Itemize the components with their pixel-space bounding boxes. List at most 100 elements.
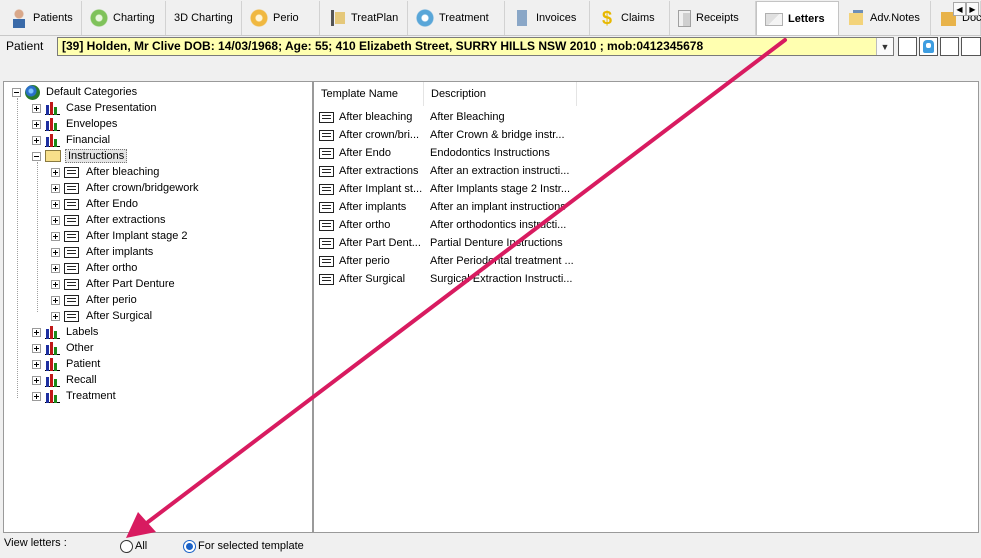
template-name-cell: After implants xyxy=(339,201,407,213)
scroll-right-icon[interactable]: ▶ xyxy=(966,2,979,16)
tree-template[interactable]: After extractions xyxy=(51,212,167,228)
tab-perio[interactable]: Perio xyxy=(242,1,320,35)
category-label: Financial xyxy=(66,134,111,146)
tab-invoices[interactable]: Invoices xyxy=(505,1,590,35)
expand-icon[interactable] xyxy=(51,183,60,193)
view-selected-template-label[interactable]: For selected template xyxy=(198,540,304,552)
expand-icon[interactable] xyxy=(32,119,41,129)
template-icon xyxy=(319,219,334,231)
tree-category[interactable]: Treatment xyxy=(32,388,118,404)
tree-template[interactable]: After ortho xyxy=(51,260,139,276)
patient-action-button-1[interactable] xyxy=(898,37,917,56)
tab-claims[interactable]: $ Claims xyxy=(590,1,670,35)
patient-select[interactable]: [39] Holden, Mr Clive DOB: 14/03/1968; A… xyxy=(57,37,894,56)
tree-template[interactable]: After Endo xyxy=(51,196,140,212)
patient-action-button-3[interactable] xyxy=(940,37,959,56)
table-row[interactable]: After Part Dent... Partial Denture Instr… xyxy=(314,234,574,252)
collapse-icon[interactable] xyxy=(12,87,21,97)
tab-label: Adv.Notes xyxy=(870,12,920,24)
expand-icon[interactable] xyxy=(32,343,41,353)
template-name-cell: After Part Dent... xyxy=(339,237,421,249)
category-chart-icon xyxy=(45,133,60,147)
tab-charting[interactable]: Charting xyxy=(82,1,166,35)
table-row[interactable]: After Surgical Surgical Extraction Instr… xyxy=(314,270,574,288)
table-row[interactable]: After Implant st... After Implants stage… xyxy=(314,180,574,198)
tree-template[interactable]: After Implant stage 2 xyxy=(51,228,190,244)
module-tab-bar: Patients Charting 3D Charting Perio Trea… xyxy=(0,0,981,36)
template-icon xyxy=(64,262,79,274)
advnotes-icon xyxy=(847,8,865,28)
tab-patients[interactable]: Patients xyxy=(2,1,82,35)
expand-icon[interactable] xyxy=(51,279,60,289)
expand-icon[interactable] xyxy=(32,359,41,369)
tab-letters[interactable]: Letters xyxy=(756,1,839,35)
category-label: Envelopes xyxy=(66,118,118,130)
category-tree[interactable]: Default Categories Case Presentation Env… xyxy=(3,81,313,533)
table-row[interactable]: After Endo Endodontics Instructions xyxy=(314,144,574,162)
table-row[interactable]: After extractions After an extraction in… xyxy=(314,162,574,180)
template-label: After perio xyxy=(86,294,137,306)
patient-action-button-4[interactable] xyxy=(961,37,981,56)
column-header-template-name[interactable]: Template Name xyxy=(314,82,424,106)
tab-adv-notes[interactable]: Adv.Notes xyxy=(839,1,931,35)
tree-template[interactable]: After Surgical xyxy=(51,308,154,324)
expand-icon[interactable] xyxy=(32,375,41,385)
treatment-icon xyxy=(416,8,434,28)
template-label: After crown/bridgework xyxy=(86,182,199,194)
tree-category[interactable]: Labels xyxy=(32,324,100,340)
table-row[interactable]: After perio After Periodontal treatment … xyxy=(314,252,574,270)
table-row[interactable]: After bleaching After Bleaching xyxy=(314,108,574,126)
view-all-label[interactable]: All xyxy=(135,540,147,552)
scroll-left-icon[interactable]: ◀ xyxy=(953,2,966,16)
expand-icon[interactable] xyxy=(51,311,60,321)
view-selected-template-radio[interactable] xyxy=(183,540,196,553)
expand-icon[interactable] xyxy=(51,231,60,241)
template-list[interactable]: Template Name Description After bleachin… xyxy=(313,81,979,533)
tree-category[interactable]: Financial xyxy=(32,132,112,148)
expand-icon[interactable] xyxy=(51,199,60,209)
table-row[interactable]: After implants After an implant instruct… xyxy=(314,198,574,216)
expand-icon[interactable] xyxy=(51,247,60,257)
template-icon xyxy=(64,230,79,242)
tab-treatplan[interactable]: TreatPlan xyxy=(320,1,408,35)
column-header-description[interactable]: Description xyxy=(424,82,577,106)
patient-select-value: [39] Holden, Mr Clive DOB: 14/03/1968; A… xyxy=(62,39,704,53)
expand-icon[interactable] xyxy=(32,103,41,113)
patient-dental-button[interactable] xyxy=(919,37,938,56)
expand-icon[interactable] xyxy=(51,215,60,225)
tab-receipts[interactable]: Receipts xyxy=(670,1,756,35)
tree-category-open[interactable]: Instructions xyxy=(32,148,128,164)
tree-template[interactable]: After Part Denture xyxy=(51,276,177,292)
expand-icon[interactable] xyxy=(32,391,41,401)
tab-label: Claims xyxy=(621,12,655,24)
tree-category[interactable]: Envelopes xyxy=(32,116,119,132)
tree-connector xyxy=(17,98,18,398)
tab-label: Receipts xyxy=(696,12,739,24)
tree-template[interactable]: After crown/bridgework xyxy=(51,180,201,196)
tree-category[interactable]: Patient xyxy=(32,356,102,372)
tree-template[interactable]: After implants xyxy=(51,244,155,260)
expand-icon[interactable] xyxy=(51,263,60,273)
open-folder-icon xyxy=(45,150,61,162)
tree-category[interactable]: Recall xyxy=(32,372,99,388)
patients-icon xyxy=(10,8,28,28)
expand-icon[interactable] xyxy=(32,327,41,337)
expand-icon[interactable] xyxy=(32,135,41,145)
tree-template[interactable]: After bleaching xyxy=(51,164,161,180)
collapse-icon[interactable] xyxy=(32,151,41,161)
chevron-down-icon[interactable]: ▼ xyxy=(876,38,893,55)
expand-icon[interactable] xyxy=(51,167,60,177)
tree-category[interactable]: Case Presentation xyxy=(32,100,159,116)
tree-template[interactable]: After perio xyxy=(51,292,139,308)
tree-category[interactable]: Other xyxy=(32,340,96,356)
template-name-cell: After bleaching xyxy=(339,111,413,123)
view-all-radio[interactable] xyxy=(120,540,133,553)
tab-label: Invoices xyxy=(536,12,577,24)
tab-treatment[interactable]: Treatment xyxy=(408,1,505,35)
tab-label: Charting xyxy=(113,12,155,24)
tree-root[interactable]: Default Categories xyxy=(12,84,139,100)
tab-3d-charting[interactable]: 3D Charting xyxy=(166,1,242,35)
table-row[interactable]: After ortho After orthodontics instructi… xyxy=(314,216,574,234)
table-row[interactable]: After crown/bri... After Crown & bridge … xyxy=(314,126,574,144)
expand-icon[interactable] xyxy=(51,295,60,305)
